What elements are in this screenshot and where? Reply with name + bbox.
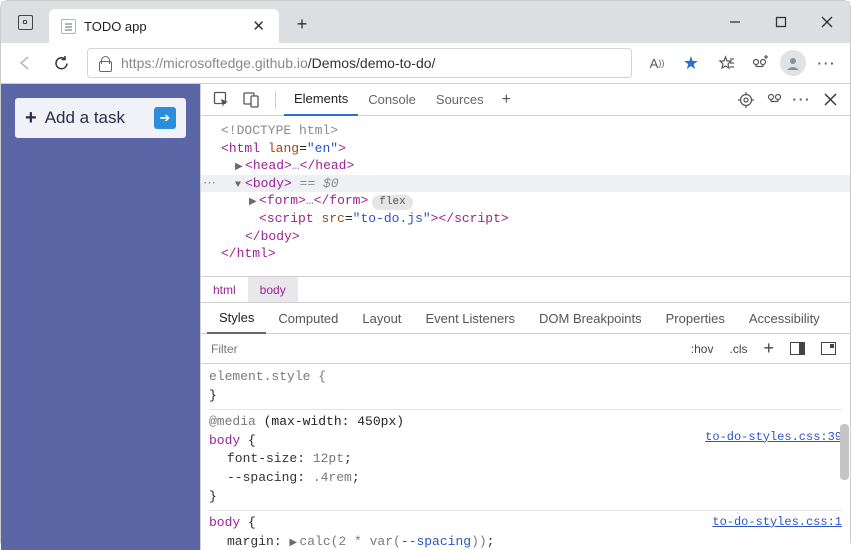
add-task-label: Add a task [45, 108, 125, 128]
devtools-panel: Elements Console Sources + ··· <!DOCTYPE… [200, 84, 850, 550]
device-toolbar-button[interactable] [237, 86, 265, 114]
scrollbar[interactable] [840, 424, 849, 544]
styles-tab-dom[interactable]: DOM Breakpoints [527, 302, 654, 334]
devtools-activity-button[interactable] [760, 86, 788, 114]
settings-more-button[interactable]: ··· [810, 46, 844, 80]
styles-tab-events[interactable]: Event Listeners [413, 302, 527, 334]
page-viewport: + Add a task ➔ [1, 84, 200, 550]
devtools-settings-button[interactable] [732, 86, 760, 114]
new-tab-button[interactable]: + [287, 9, 317, 39]
styles-tab-props[interactable]: Properties [654, 302, 737, 334]
styles-tab-a11y[interactable]: Accessibility [737, 302, 832, 334]
dom-body-close: </body> [221, 228, 850, 246]
plus-icon: + [25, 107, 37, 130]
styles-tab-layout[interactable]: Layout [350, 302, 413, 334]
tab-actions-button[interactable] [1, 1, 49, 43]
window-close-button[interactable] [804, 1, 850, 43]
styles-tab-styles[interactable]: Styles [207, 302, 266, 334]
address-bar[interactable]: https://microsoftedge.github.io/Demos/de… [87, 48, 632, 78]
dom-html-close: </html> [221, 245, 850, 263]
devtools-tab-sources[interactable]: Sources [426, 84, 494, 116]
dom-body-selected[interactable]: ⋯▼<body> == $0 [201, 175, 850, 193]
lock-icon [98, 56, 111, 70]
tab-close-button[interactable]: ✕ [248, 17, 269, 35]
dom-tree[interactable]: <!DOCTYPE html> <html lang="en"> ▶<head>… [201, 116, 850, 276]
favorite-button[interactable]: ★ [674, 46, 708, 80]
computed-sidebar-button[interactable] [784, 334, 811, 363]
rule-element-style[interactable]: element.style { } [209, 368, 842, 410]
crumb-body[interactable]: body [248, 277, 298, 302]
devtools-tab-elements[interactable]: Elements [284, 84, 358, 116]
add-task-button[interactable]: + Add a task ➔ [15, 98, 186, 138]
profile-button[interactable] [776, 46, 810, 80]
url-host: microsoftedge.github.io [163, 55, 308, 71]
hov-toggle[interactable]: :hov [685, 334, 720, 363]
dom-doctype: <!DOCTYPE html> [221, 122, 850, 140]
crumb-html[interactable]: html [201, 277, 248, 302]
dom-script[interactable]: <script src="to-do.js"></script> [221, 210, 850, 228]
tab-favicon-icon [61, 19, 76, 34]
favorites-bar-button[interactable] [708, 46, 742, 80]
url-scheme: https:// [121, 55, 163, 71]
cls-toggle[interactable]: .cls [723, 334, 753, 363]
new-style-rule-button[interactable]: + [757, 334, 780, 363]
tab-title: TODO app [84, 19, 248, 34]
source-link[interactable]: to-do-styles.css:39 [705, 429, 842, 446]
nav-back-button[interactable] [7, 45, 43, 81]
rule-body[interactable]: to-do-styles.css:1 body { margin: ▶calc(… [209, 514, 842, 550]
styles-body[interactable]: element.style { } @media (max-width: 450… [201, 364, 850, 550]
url-path: /Demos/demo-to-do/ [308, 55, 436, 71]
rule-media-body[interactable]: @media (max-width: 450px) to-do-styles.c… [209, 413, 842, 511]
window-maximize-button[interactable] [758, 1, 804, 43]
breadcrumb: html body [201, 276, 850, 302]
submit-arrow-icon[interactable]: ➔ [154, 107, 176, 129]
browser-tab[interactable]: TODO app ✕ [49, 9, 279, 43]
dom-form[interactable]: ▶<form>…</form>flex [221, 192, 850, 210]
styles-filter-input[interactable] [209, 334, 685, 363]
source-link[interactable]: to-do-styles.css:1 [712, 514, 842, 531]
devtools-tab-console[interactable]: Console [358, 84, 426, 116]
inspect-element-button[interactable] [207, 86, 235, 114]
devtools-more-button[interactable]: ··· [788, 86, 816, 114]
devtools-more-tabs-button[interactable]: + [496, 91, 517, 109]
dom-head[interactable]: ▶<head>…</head> [221, 157, 850, 175]
nav-refresh-button[interactable] [43, 45, 79, 81]
styles-tab-computed[interactable]: Computed [266, 302, 350, 334]
collections-button[interactable] [742, 46, 776, 80]
read-aloud-button[interactable]: A)) [640, 46, 674, 80]
dom-html-open[interactable]: <html lang="en"> [221, 140, 850, 158]
devtools-close-button[interactable] [816, 86, 844, 114]
window-minimize-button[interactable] [712, 1, 758, 43]
rendering-panel-button[interactable] [815, 334, 842, 363]
